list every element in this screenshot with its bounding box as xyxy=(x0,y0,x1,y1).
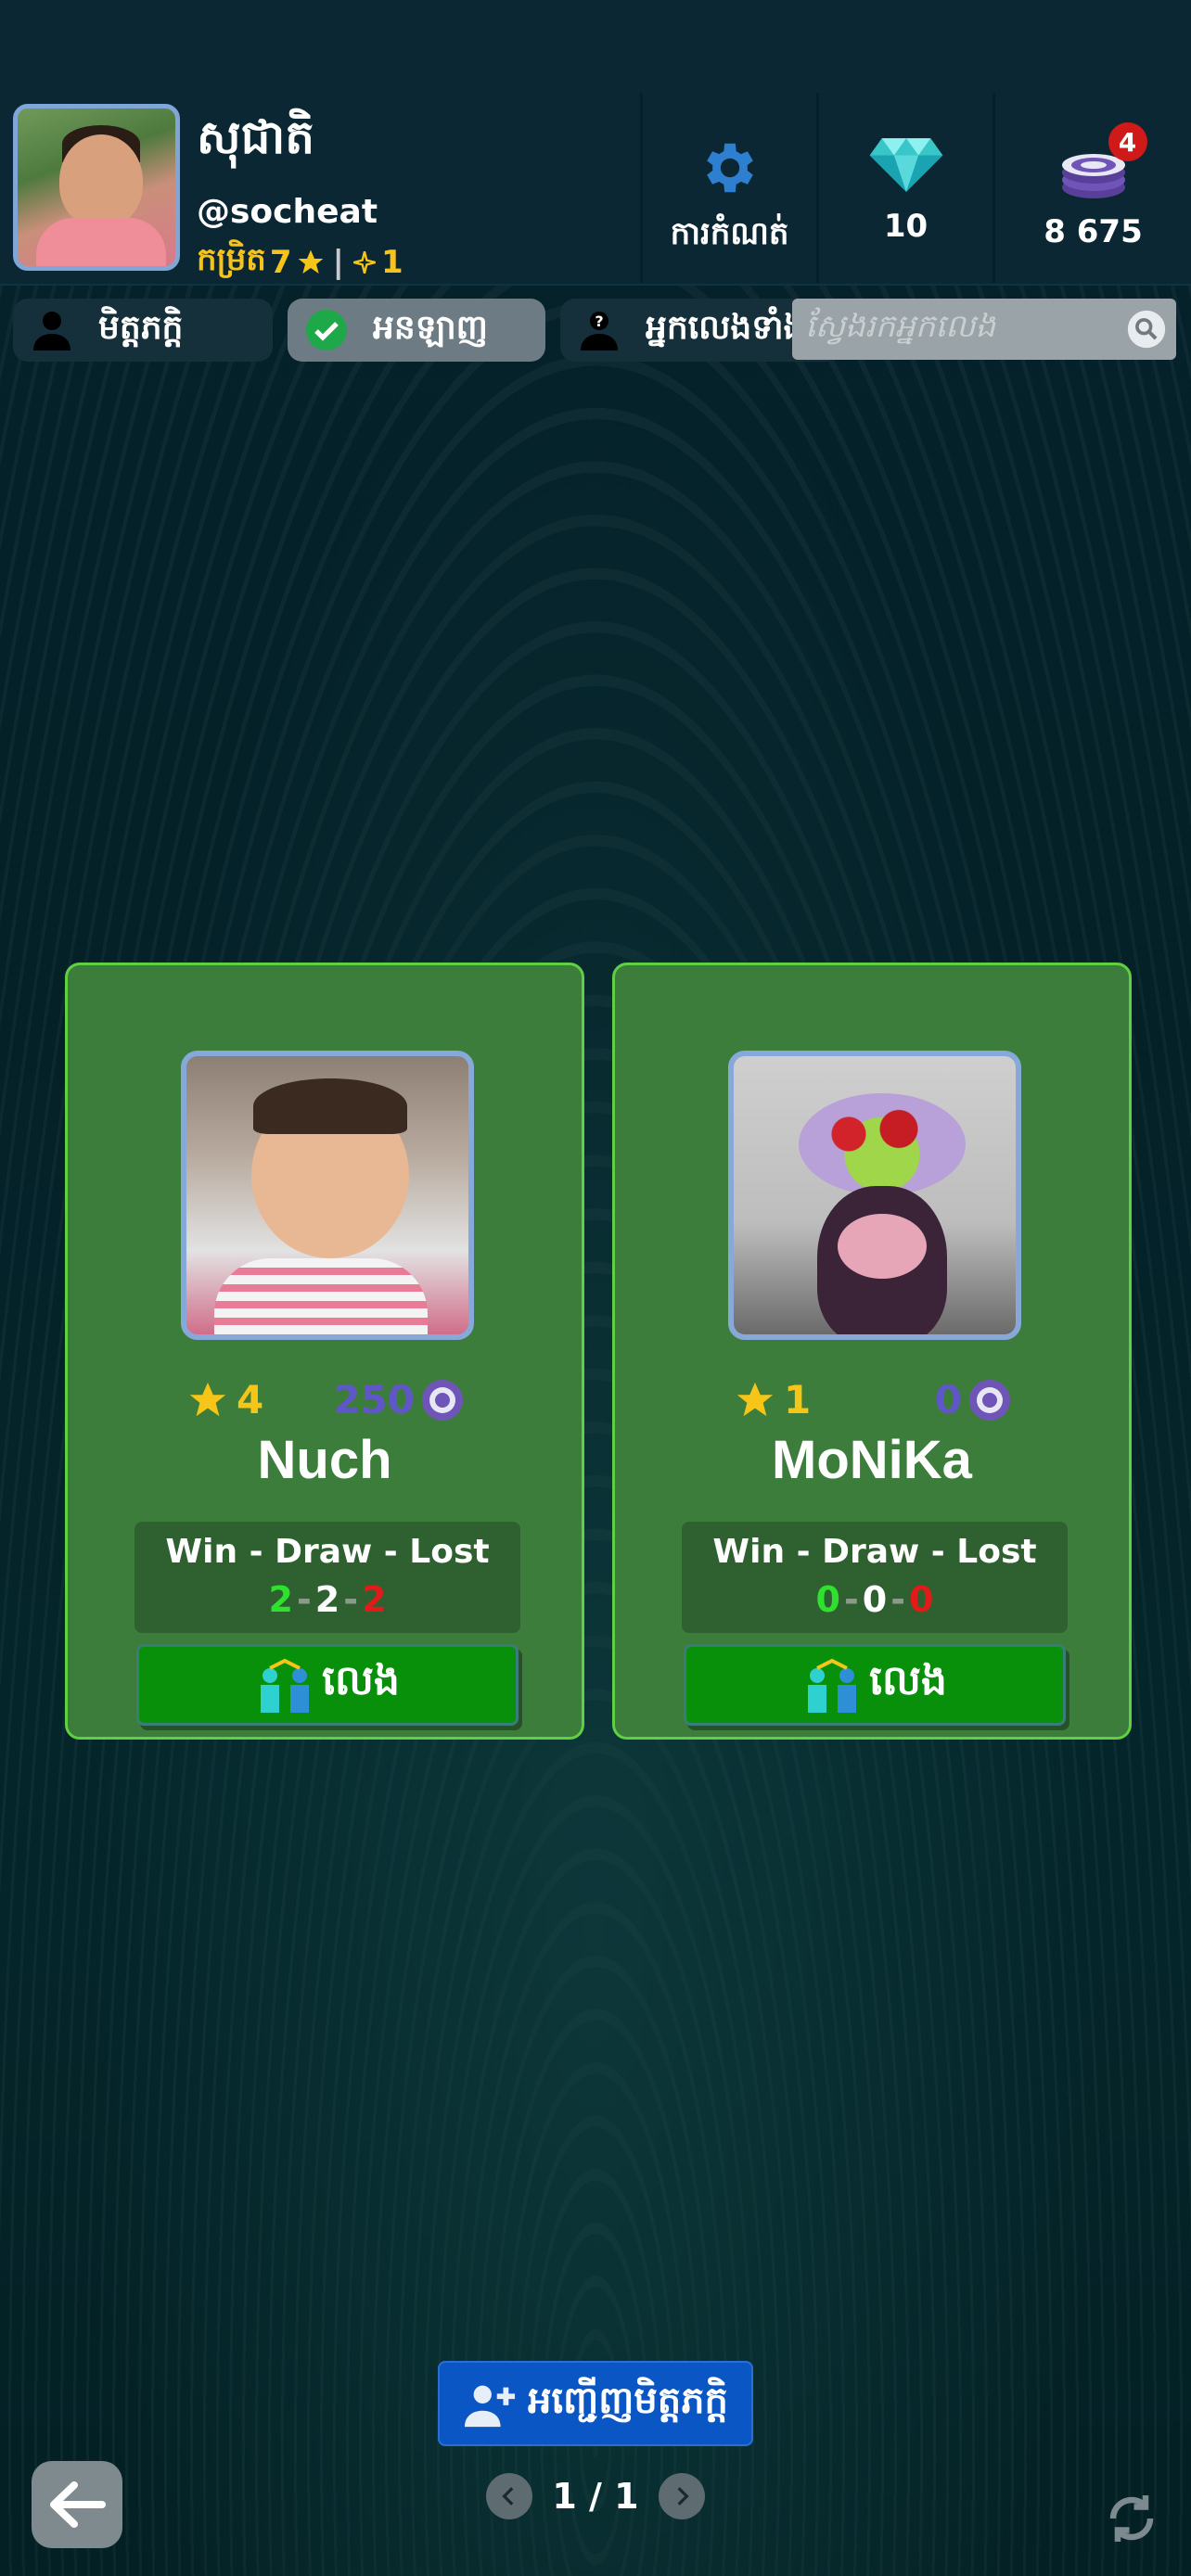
person-question-icon: ? xyxy=(581,312,618,351)
player-stars-value: 1 xyxy=(784,1377,812,1422)
record-win: 2 xyxy=(268,1579,293,1620)
add-user-icon xyxy=(465,2385,516,2428)
avatar-toy-face xyxy=(838,1214,927,1279)
top-bar: សុជាតិ @socheat កម្រិត 7 | 1 ការកំណត់ 10 xyxy=(0,0,1191,286)
pagination: 1 / 1 xyxy=(486,2470,705,2522)
search-input[interactable]: ស្វែងរកអ្នកលេង xyxy=(805,306,1126,352)
user-avatar[interactable] xyxy=(13,104,180,271)
tab-friends[interactable]: មិត្តភក្តិ xyxy=(13,299,273,362)
next-page-button[interactable] xyxy=(659,2473,705,2519)
player-avatar[interactable] xyxy=(728,1051,1021,1340)
player-stars: 1 xyxy=(734,1377,811,1422)
page-indicator: 1 / 1 xyxy=(552,2476,639,2517)
chips-counter[interactable]: 4 8 675 xyxy=(992,93,1191,283)
record-lost: 2 xyxy=(362,1579,387,1620)
record-values: 0-0-0 xyxy=(682,1574,1068,1626)
player-card: 1 0 MoNiKa Win - Draw - Lost 0-0-0 លេង xyxy=(612,963,1132,1740)
svg-text:?: ? xyxy=(595,312,603,330)
star-icon xyxy=(736,1382,774,1416)
diamonds-counter[interactable]: 10 xyxy=(816,93,992,283)
diamond-icon xyxy=(869,138,942,192)
play-label: លេង xyxy=(322,1657,400,1704)
person-icon xyxy=(33,312,70,351)
player-chips: 0 xyxy=(935,1377,1012,1422)
invite-friends-button[interactable]: អញ្ជើញមិត្តភក្តិ xyxy=(438,2361,753,2446)
profile-rank: កម្រិត 7 | 1 xyxy=(197,239,403,286)
refresh-icon[interactable] xyxy=(1104,2491,1159,2546)
prev-page-button[interactable] xyxy=(486,2473,532,2519)
record-values: 2-2-2 xyxy=(134,1574,520,1626)
profile-handle: @socheat xyxy=(197,193,378,231)
star-icon xyxy=(298,249,323,274)
tab-all-players-label: អ្នកលេងទាំង xyxy=(646,308,805,347)
record-title: Win - Draw - Lost xyxy=(712,1533,1037,1571)
people-icon xyxy=(261,1658,310,1713)
settings-button[interactable]: ការកំណត់ xyxy=(640,93,816,283)
player-stars-value: 4 xyxy=(237,1377,264,1422)
player-chips: 250 xyxy=(333,1377,465,1422)
chips-stack: 4 xyxy=(1055,122,1147,200)
record-title: Win - Draw - Lost xyxy=(165,1533,490,1571)
chips-value: 8 675 xyxy=(1044,213,1143,250)
sparkle-icon xyxy=(353,251,376,274)
arrow-left-icon xyxy=(50,2481,106,2528)
people-icon xyxy=(808,1658,857,1713)
rank-label: កម្រិត xyxy=(197,241,266,278)
tab-online[interactable]: អនឡាញ xyxy=(288,299,545,362)
record-draw: 2 xyxy=(314,1579,340,1620)
notification-badge: 4 xyxy=(1108,122,1147,161)
player-card: 4 250 Nuch Win - Draw - Lost 2-2-2 លេង xyxy=(65,963,584,1740)
rank-value: 7 xyxy=(269,244,292,281)
record-separator: - xyxy=(296,1579,312,1620)
player-record: Win - Draw - Lost 2-2-2 xyxy=(134,1522,520,1633)
avatar-hair xyxy=(253,1078,407,1134)
diamonds-value: 10 xyxy=(883,208,928,245)
tab-friends-label: មិត្តភក្តិ xyxy=(98,308,184,347)
avatar-shirt xyxy=(36,218,166,266)
player-stars: 4 xyxy=(186,1377,263,1422)
chip-icon xyxy=(422,1379,463,1421)
back-button[interactable] xyxy=(32,2461,122,2548)
avatar-face xyxy=(59,134,143,227)
player-chips-value: 250 xyxy=(333,1377,415,1422)
chevron-right-icon xyxy=(677,2487,689,2506)
play-label: លេង xyxy=(869,1657,947,1704)
rank-extra: 1 xyxy=(380,244,403,281)
player-record: Win - Draw - Lost 0-0-0 xyxy=(682,1522,1068,1633)
record-separator: - xyxy=(890,1579,905,1620)
record-separator: - xyxy=(343,1579,358,1620)
chip-icon xyxy=(969,1379,1010,1421)
record-lost: 0 xyxy=(909,1579,934,1620)
record-separator: - xyxy=(843,1579,859,1620)
check-circle-icon xyxy=(306,310,347,351)
player-name: Nuch xyxy=(257,1430,392,1490)
play-button[interactable]: លេង xyxy=(684,1644,1066,1726)
player-chips-value: 0 xyxy=(934,1377,962,1422)
rank-separator: | xyxy=(332,244,344,281)
play-button[interactable]: លេង xyxy=(136,1644,519,1726)
tab-online-label: អនឡាញ xyxy=(373,308,488,347)
record-draw: 0 xyxy=(862,1579,888,1620)
record-win: 0 xyxy=(815,1579,840,1620)
star-icon xyxy=(189,1382,226,1416)
avatar-bouquet xyxy=(799,1093,966,1195)
gear-icon xyxy=(706,143,753,193)
chevron-left-icon xyxy=(502,2487,514,2506)
search-icon[interactable] xyxy=(1126,309,1167,350)
player-name: MoNiKa xyxy=(772,1430,972,1490)
avatar-shirt xyxy=(214,1258,428,1334)
invite-label: អញ្ជើញមិត្តភក្តិ xyxy=(528,2378,728,2422)
settings-label: ការកំណត់ xyxy=(670,215,789,252)
profile-name: សុជាតិ xyxy=(197,110,314,164)
player-avatar[interactable] xyxy=(181,1051,474,1340)
search-bar[interactable]: ស្វែងរកអ្នកលេង xyxy=(792,299,1176,360)
